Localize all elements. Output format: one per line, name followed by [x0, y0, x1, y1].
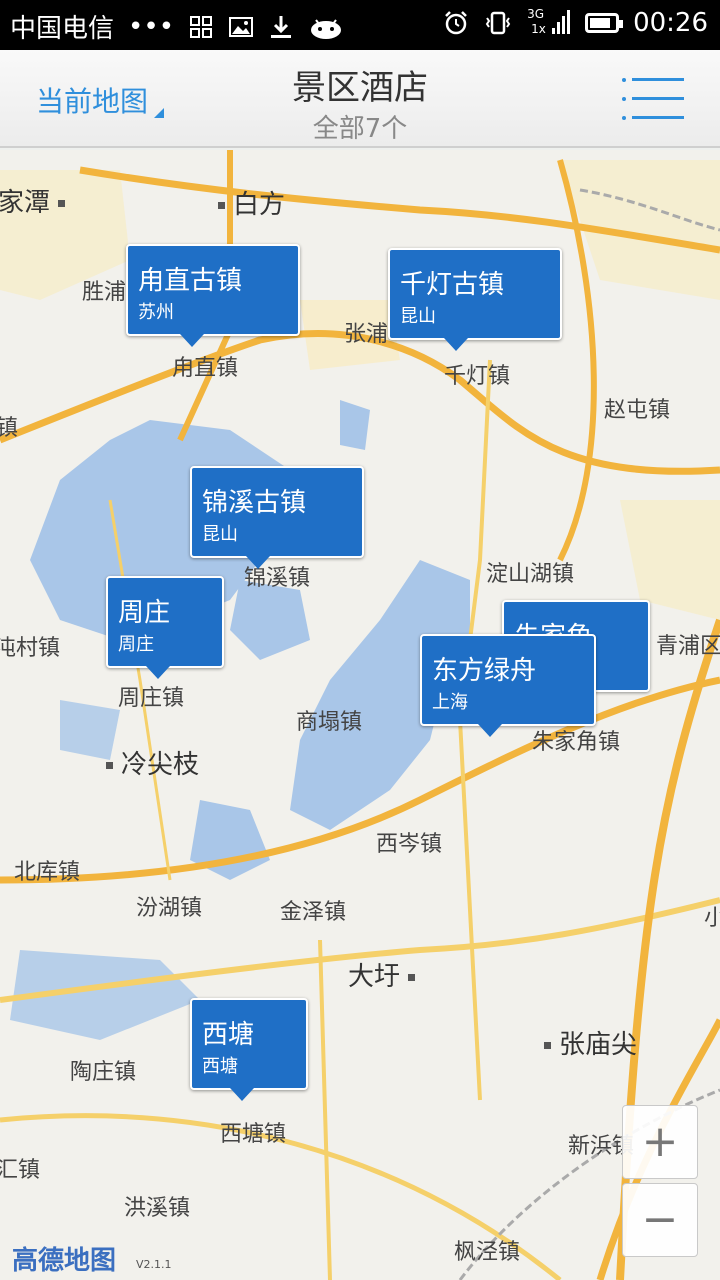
marker-city: 昆山	[202, 524, 238, 545]
place-label: 冷尖枝	[106, 744, 199, 781]
place-label: 洪溪镇	[124, 1196, 191, 1221]
place-label: 青浦区	[656, 634, 720, 659]
place-label: 大圩	[348, 956, 416, 993]
download-icon	[271, 15, 292, 38]
signal-icon	[552, 10, 571, 34]
place-label: 汾湖镇	[136, 896, 203, 921]
marker-name: 千灯古镇	[400, 270, 505, 300]
place-label: 白方	[218, 184, 285, 221]
clock-label: 00:26	[633, 8, 708, 38]
android-icon	[311, 18, 342, 39]
place-label: 金泽镇	[280, 900, 347, 925]
place-label: 沌村镇	[0, 636, 61, 661]
marker-city: 昆山	[400, 306, 436, 327]
network-type-label-2: 1x	[531, 22, 546, 36]
marker-name: 甪直古镇	[138, 266, 243, 296]
marker-name: 西塘	[202, 1020, 255, 1050]
marker-name: 锦溪古镇	[202, 488, 307, 518]
list-icon	[622, 78, 684, 82]
place-label: 镇	[0, 416, 19, 441]
marker-city: 周庄	[118, 634, 154, 655]
map-version-label: V2.1.1	[136, 1258, 172, 1271]
place-label: 周庄镇	[118, 686, 185, 711]
place-label: 西塘镇	[220, 1122, 287, 1147]
marker-name: 东方绿舟	[432, 656, 537, 686]
zoom-out-button[interactable]: −	[622, 1183, 698, 1257]
place-label: 张浦	[344, 322, 389, 347]
place-label: 家潭	[0, 182, 66, 219]
place-label: 赵屯镇	[604, 398, 671, 423]
notification-dots: •••	[128, 11, 175, 42]
map-provider-logo: 高德地图	[12, 1246, 117, 1276]
place-label: 商塌镇	[296, 710, 363, 735]
app-header: 当前地图 景区酒店 全部7个	[0, 50, 720, 148]
carrier-label: 中国电信	[10, 14, 115, 44]
place-label: 朱家角镇	[532, 730, 621, 755]
place-label: 汇镇	[0, 1158, 41, 1183]
map-view[interactable]: 家潭 白方 胜浦 张浦 甪直镇 千灯镇 赵屯镇 镇 锦溪镇 淀山湖镇 青浦区 沌…	[0, 150, 720, 1280]
marker-city: 上海	[432, 692, 468, 713]
place-label: 枫泾镇	[454, 1240, 521, 1265]
marker-name: 周庄	[118, 598, 171, 628]
zoom-controls: + −	[622, 1105, 698, 1257]
result-count: 全部7个	[312, 114, 408, 144]
hotel-marker[interactable]: 西塘 西塘	[190, 998, 308, 1101]
place-label: 西岑镇	[376, 832, 443, 857]
battery-icon	[585, 13, 624, 33]
apps-icon	[190, 15, 213, 38]
place-label: 小	[704, 906, 720, 931]
hotel-marker[interactable]: 千灯古镇 昆山	[388, 248, 562, 351]
place-label: 千灯镇	[444, 364, 511, 389]
marker-city: 西塘	[202, 1056, 238, 1077]
place-label: 胜浦	[82, 280, 127, 305]
marker-city: 苏州	[138, 302, 174, 323]
place-label: 北库镇	[14, 860, 81, 885]
image-icon	[229, 16, 254, 37]
hotel-marker[interactable]: 甪直古镇 苏州	[126, 244, 300, 347]
zoom-in-button[interactable]: +	[622, 1105, 698, 1179]
hotel-marker[interactable]: 东方绿舟 上海	[420, 634, 596, 737]
network-type-label: 3G	[527, 7, 544, 21]
status-bar: 中国电信 ••• 3G 1x 00:26	[0, 0, 720, 50]
page-title: 景区酒店	[292, 68, 428, 108]
hotel-marker[interactable]: 周庄 周庄	[106, 576, 224, 679]
place-label: 陶庄镇	[70, 1060, 137, 1085]
hotel-marker[interactable]: 锦溪古镇 昆山	[190, 466, 364, 569]
place-label: 甪直镇	[172, 356, 239, 381]
alarm-icon	[445, 11, 467, 35]
list-menu-button[interactable]	[622, 76, 684, 122]
place-label: 淀山湖镇	[486, 562, 575, 587]
place-label: 张庙尖	[544, 1024, 637, 1061]
vibrate-icon	[485, 11, 511, 35]
